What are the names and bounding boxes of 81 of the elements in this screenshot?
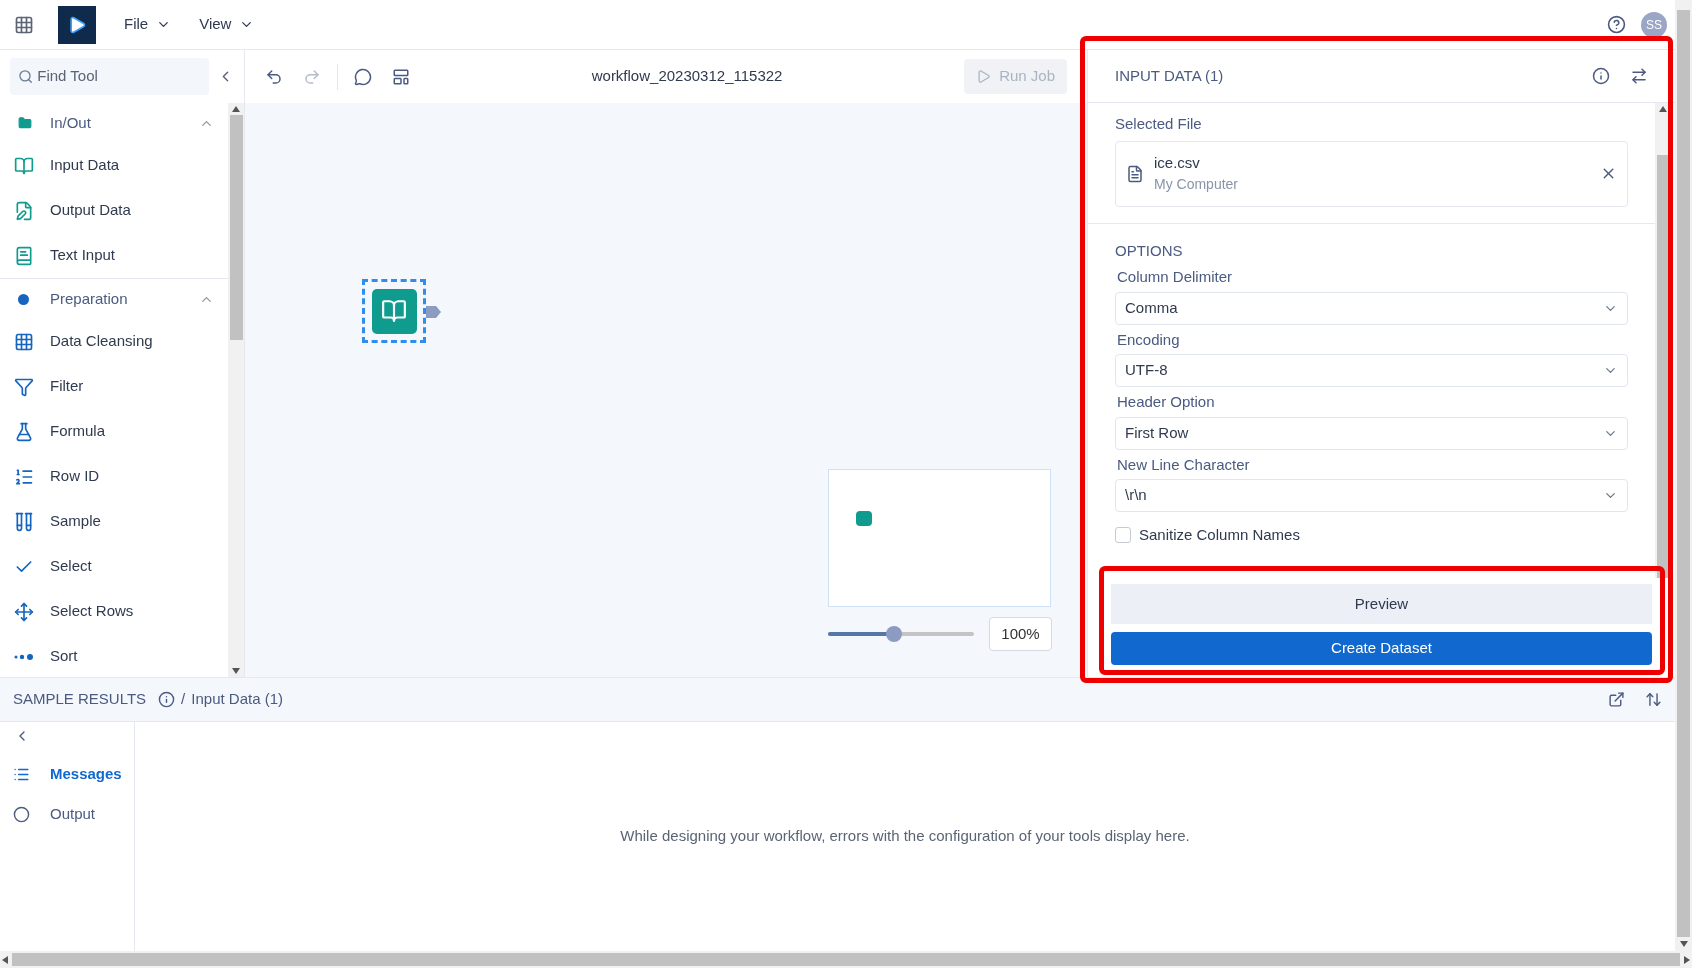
comment-icon[interactable] bbox=[354, 67, 372, 86]
scroll-left-arrow-icon[interactable] bbox=[2, 955, 8, 964]
book-icon bbox=[14, 155, 34, 176]
field-label: Column Delimiter bbox=[1116, 267, 1234, 287]
category-header[interactable]: In/Out bbox=[0, 103, 228, 143]
external-link-icon[interactable] bbox=[1608, 691, 1625, 708]
checkbox-label: Sanitize Column Names bbox=[1139, 525, 1300, 545]
filter-icon bbox=[14, 376, 34, 397]
panel-title: INPUT DATA (1) bbox=[1115, 65, 1225, 86]
empty-message: While designing your workflow, errors with the configuration of your tools display here. bbox=[620, 826, 1190, 847]
section-label: Selected File bbox=[1115, 114, 1203, 134]
checkbox[interactable] bbox=[1115, 527, 1131, 544]
minimap-node-icon bbox=[856, 511, 872, 526]
zoom-reading: 100% bbox=[989, 617, 1052, 651]
field-label: New Line Character bbox=[1116, 454, 1251, 475]
workflow-title: workflow_20230312_115322 bbox=[590, 66, 784, 87]
dots-icon bbox=[14, 653, 34, 660]
collapse-arrows-icon[interactable] bbox=[1630, 67, 1648, 85]
flask-icon bbox=[14, 421, 34, 442]
test-tubes-icon bbox=[14, 511, 34, 532]
input-data-node[interactable] bbox=[362, 279, 426, 343]
resize-arrows-icon[interactable] bbox=[1645, 691, 1662, 708]
undo-icon[interactable] bbox=[265, 67, 283, 86]
scrollbar[interactable] bbox=[228, 103, 244, 677]
csv-file-icon bbox=[1126, 164, 1144, 183]
info-icon[interactable] bbox=[158, 691, 176, 708]
grid-icon bbox=[14, 331, 34, 352]
scroll-down-arrow-icon[interactable] bbox=[1679, 941, 1688, 947]
tool-item[interactable]: Output Data bbox=[0, 188, 228, 233]
tool-item[interactable]: Row ID bbox=[0, 454, 228, 499]
menu-item[interactable]: View bbox=[199, 13, 255, 36]
field-label: Header Option bbox=[1116, 392, 1216, 412]
menu-item[interactable]: File bbox=[124, 13, 172, 36]
apps-grid-icon[interactable] bbox=[14, 14, 34, 35]
workflow-canvas[interactable]: 100% bbox=[245, 103, 1087, 677]
app-logo[interactable] bbox=[58, 5, 96, 44]
info-icon[interactable] bbox=[1592, 67, 1610, 85]
results-tab[interactable]: Messages bbox=[0, 754, 134, 794]
tool-item[interactable]: Filter bbox=[0, 364, 228, 409]
options-heading: OPTIONS bbox=[1115, 240, 1184, 261]
scroll-down-arrow-icon[interactable] bbox=[232, 668, 240, 674]
dropdown[interactable]: \r\n bbox=[1115, 479, 1628, 512]
tool-item[interactable]: Sort bbox=[0, 634, 228, 677]
search-icon bbox=[18, 68, 34, 85]
search-field[interactable]: Find Tool bbox=[10, 58, 209, 95]
create-dataset-button[interactable]: Create Dataset bbox=[1111, 632, 1652, 665]
book-icon bbox=[14, 245, 34, 266]
scroll-up-arrow-icon[interactable] bbox=[232, 106, 240, 112]
tool-item[interactable]: Text Input bbox=[0, 233, 228, 278]
field-label: Encoding bbox=[1116, 329, 1181, 350]
zoom-slider[interactable] bbox=[828, 626, 974, 642]
scroll-right-arrow-icon[interactable] bbox=[1684, 955, 1690, 964]
book-icon bbox=[381, 298, 407, 324]
scroll-up-arrow-icon[interactable] bbox=[1659, 106, 1667, 112]
dropdown[interactable]: First Row bbox=[1115, 416, 1628, 450]
play-icon bbox=[976, 69, 992, 84]
output-anchor-icon[interactable] bbox=[426, 304, 442, 320]
tool-item[interactable]: Formula bbox=[0, 409, 228, 454]
dropdown[interactable]: UTF-8 bbox=[1115, 354, 1628, 387]
scrollbar[interactable] bbox=[0, 951, 1692, 968]
tool-item[interactable]: Select bbox=[0, 544, 228, 589]
tool-item[interactable]: Data Cleansing bbox=[0, 319, 228, 364]
breadcrumb: Input Data (1) bbox=[191, 689, 284, 710]
search-input[interactable]: Find Tool bbox=[37, 65, 201, 88]
tool-item[interactable]: Input Data bbox=[0, 143, 228, 188]
dropdown[interactable]: Comma bbox=[1115, 291, 1628, 325]
pen-lines-icon bbox=[14, 200, 34, 221]
category-header[interactable]: Preparation bbox=[0, 279, 228, 319]
move-arrows-icon bbox=[14, 601, 34, 622]
file-name: ice.csv bbox=[1154, 152, 1201, 173]
scrollbar[interactable] bbox=[1675, 0, 1692, 951]
results-title: SAMPLE RESULTS bbox=[13, 689, 147, 710]
slider-thumb[interactable] bbox=[885, 626, 902, 642]
breadcrumb-separator: / bbox=[181, 689, 186, 710]
layout-icon[interactable] bbox=[392, 67, 410, 86]
preview-button[interactable]: Preview bbox=[1111, 584, 1652, 624]
file-source: My Computer bbox=[1154, 175, 1240, 195]
help-icon[interactable] bbox=[1607, 15, 1626, 34]
tool-item[interactable]: Select Rows bbox=[0, 589, 228, 634]
tool-item[interactable]: Sample bbox=[0, 499, 228, 544]
results-tab[interactable]: Output bbox=[0, 794, 134, 834]
